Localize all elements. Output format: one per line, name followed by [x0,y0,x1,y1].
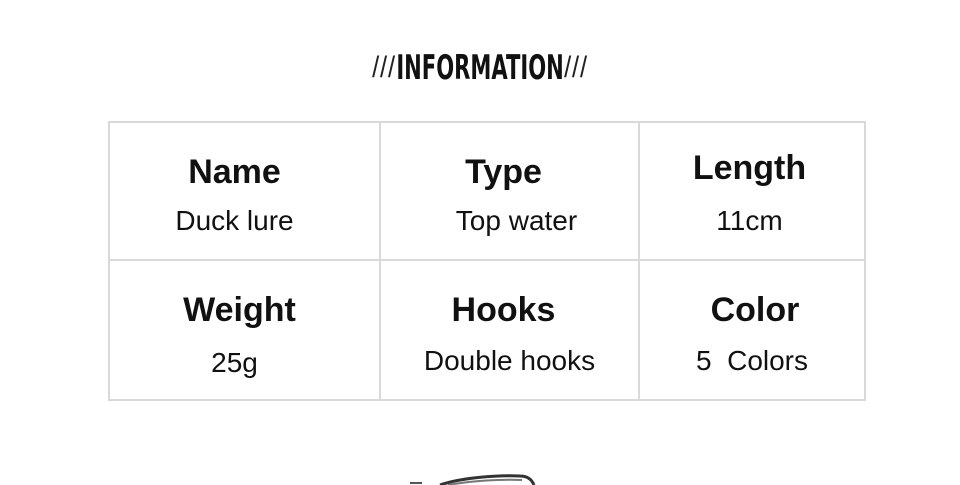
spec-cell-name: Name Duck lure [108,121,381,261]
spec-value: 11cm [716,205,783,236]
heading-prefix-slashes: /// [372,51,397,84]
spec-label: Hooks [451,291,556,329]
spec-cell-hooks: Hooks Double hooks [379,259,640,401]
spec-value: Duck lure [175,205,294,236]
spec-value: Double hooks [423,345,596,376]
section-heading: /// INFORMATION /// [0,44,960,92]
spec-value: Top water [455,205,578,236]
spec-value: 5 Colors [695,345,809,376]
heading-suffix-slashes: /// [563,51,588,84]
spec-label: Weight [183,291,296,329]
spec-cell-type: Type Top water [379,121,640,261]
spec-label: Name [188,153,281,191]
lure-image-fragment [410,474,536,485]
spec-value: 25g [211,347,258,378]
spec-cell-weight: Weight 25g [108,259,381,401]
spec-cell-length: Length 11cm [638,121,866,261]
spec-row: Name Duck lure Type Top water Length 11c… [108,121,866,261]
specification-table: Name Duck lure Type Top water Length 11c… [108,121,866,401]
spec-label: Type [465,153,542,191]
heading-title: INFORMATION [396,48,564,88]
spec-cell-color: Color 5 Colors [638,259,866,401]
spec-label: Length [692,149,807,187]
spec-label: Color [710,291,800,329]
spec-row: Weight 25g Hooks Double hooks Color 5 Co… [108,259,866,401]
